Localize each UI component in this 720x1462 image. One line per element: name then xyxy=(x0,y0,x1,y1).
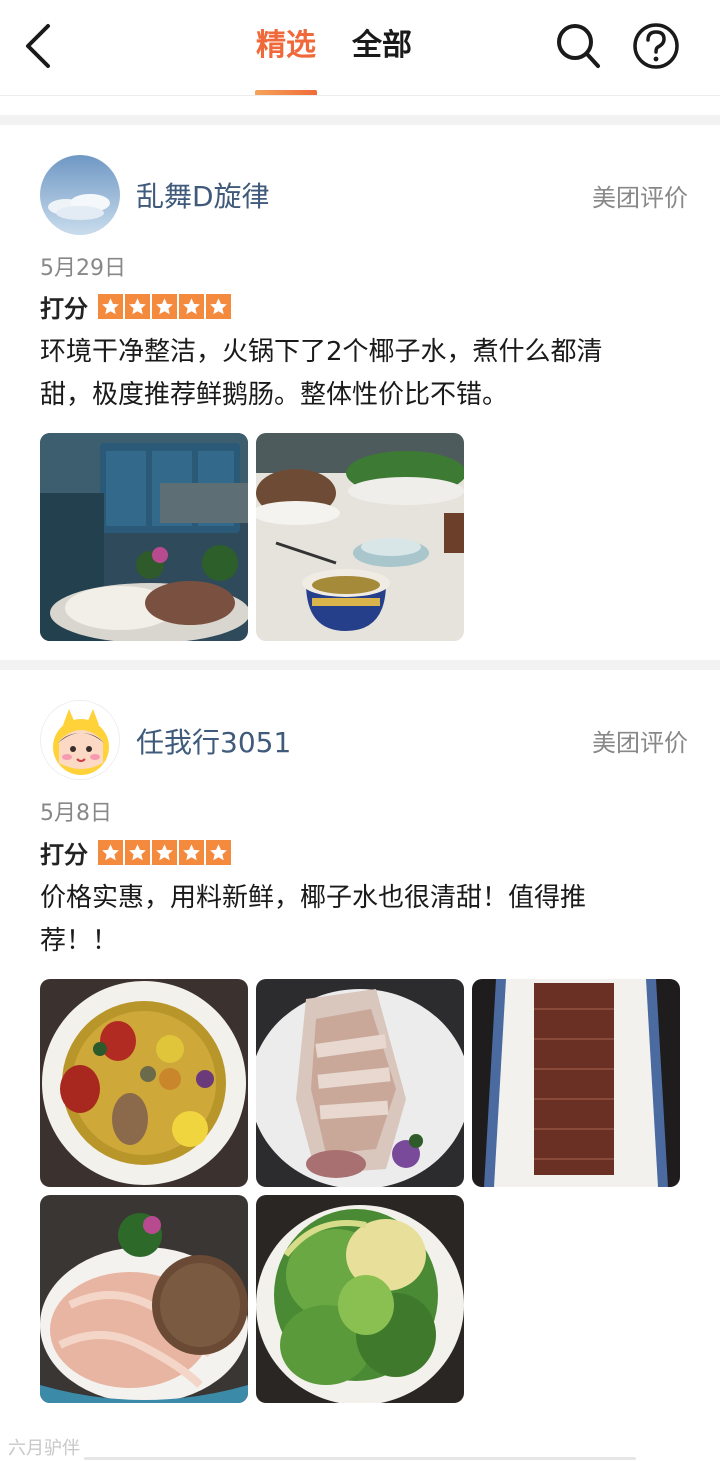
top-nav-bar: 精选 全部 xyxy=(0,0,720,96)
review-text-line: 环境干净整洁，火锅下了2个椰子水，煮什么都清 xyxy=(40,337,603,367)
rating-label: 打分 xyxy=(40,840,88,869)
search-icon xyxy=(557,24,600,68)
star-icon xyxy=(152,839,177,865)
review-card: 乱舞D旋律 美团评价 5月29日 打分 环境干净整洁，火锅下了2个椰子水，煮什么… xyxy=(0,125,720,660)
help-button[interactable] xyxy=(630,20,682,72)
scroll-indicator xyxy=(84,1457,636,1460)
review-card: 任我行3051 美团评价 5月8日 打分 价格实惠，用料新鲜，椰子水也很清甜！值… xyxy=(0,670,720,1425)
avatar[interactable] xyxy=(40,700,120,780)
tab-all[interactable]: 全部 xyxy=(352,24,412,68)
tab-bar: 精选 全部 xyxy=(0,0,720,96)
search-button[interactable] xyxy=(553,20,603,72)
review-text-line: 荐！！ xyxy=(40,926,119,956)
star-icon xyxy=(125,293,150,319)
review-date: 5月8日 xyxy=(40,801,112,826)
review-photo[interactable] xyxy=(256,1195,464,1403)
star-rating xyxy=(98,839,231,865)
star-icon xyxy=(179,293,204,319)
star-rating xyxy=(98,293,231,319)
review-source: 美团评价 xyxy=(592,184,688,212)
review-photo[interactable] xyxy=(256,433,464,641)
star-icon xyxy=(98,293,123,319)
rating-label: 打分 xyxy=(40,294,88,323)
review-photo[interactable] xyxy=(40,433,248,641)
review-source: 美团评价 xyxy=(592,729,688,757)
section-separator xyxy=(0,115,720,125)
review-text: 环境干净整洁，火锅下了2个椰子水，煮什么都清 甜，极度推荐鲜鹅肠。整体性价比不错… xyxy=(40,331,690,417)
avatar-image xyxy=(41,701,119,779)
header-divider xyxy=(0,95,720,96)
tab-featured[interactable]: 精选 xyxy=(256,24,316,68)
watermark-text: 六月驴伴 xyxy=(8,1438,80,1459)
avatar-image xyxy=(40,155,120,235)
review-text-line: 甜，极度推荐鲜鹅肠。整体性价比不错。 xyxy=(40,380,509,410)
review-photo[interactable] xyxy=(40,979,248,1187)
username[interactable]: 任我行3051 xyxy=(136,723,291,763)
review-date: 5月29日 xyxy=(40,256,126,281)
review-photo[interactable] xyxy=(256,979,464,1187)
review-photo[interactable] xyxy=(40,1195,248,1403)
help-icon xyxy=(633,23,679,69)
avatar[interactable] xyxy=(40,155,120,235)
review-text: 价格实惠，用料新鲜，椰子水也很清甜！值得推 荐！！ xyxy=(40,877,690,963)
review-photo[interactable] xyxy=(472,979,680,1187)
rating-row: 打分 xyxy=(40,835,231,869)
star-icon xyxy=(98,839,123,865)
section-separator xyxy=(0,660,720,670)
star-icon xyxy=(206,839,231,865)
star-icon xyxy=(125,839,150,865)
star-icon xyxy=(152,293,177,319)
username[interactable]: 乱舞D旋律 xyxy=(136,177,270,217)
star-icon xyxy=(179,839,204,865)
rating-row: 打分 xyxy=(40,289,231,323)
review-text-line: 价格实惠，用料新鲜，椰子水也很清甜！值得推 xyxy=(40,883,587,913)
star-icon xyxy=(206,293,231,319)
